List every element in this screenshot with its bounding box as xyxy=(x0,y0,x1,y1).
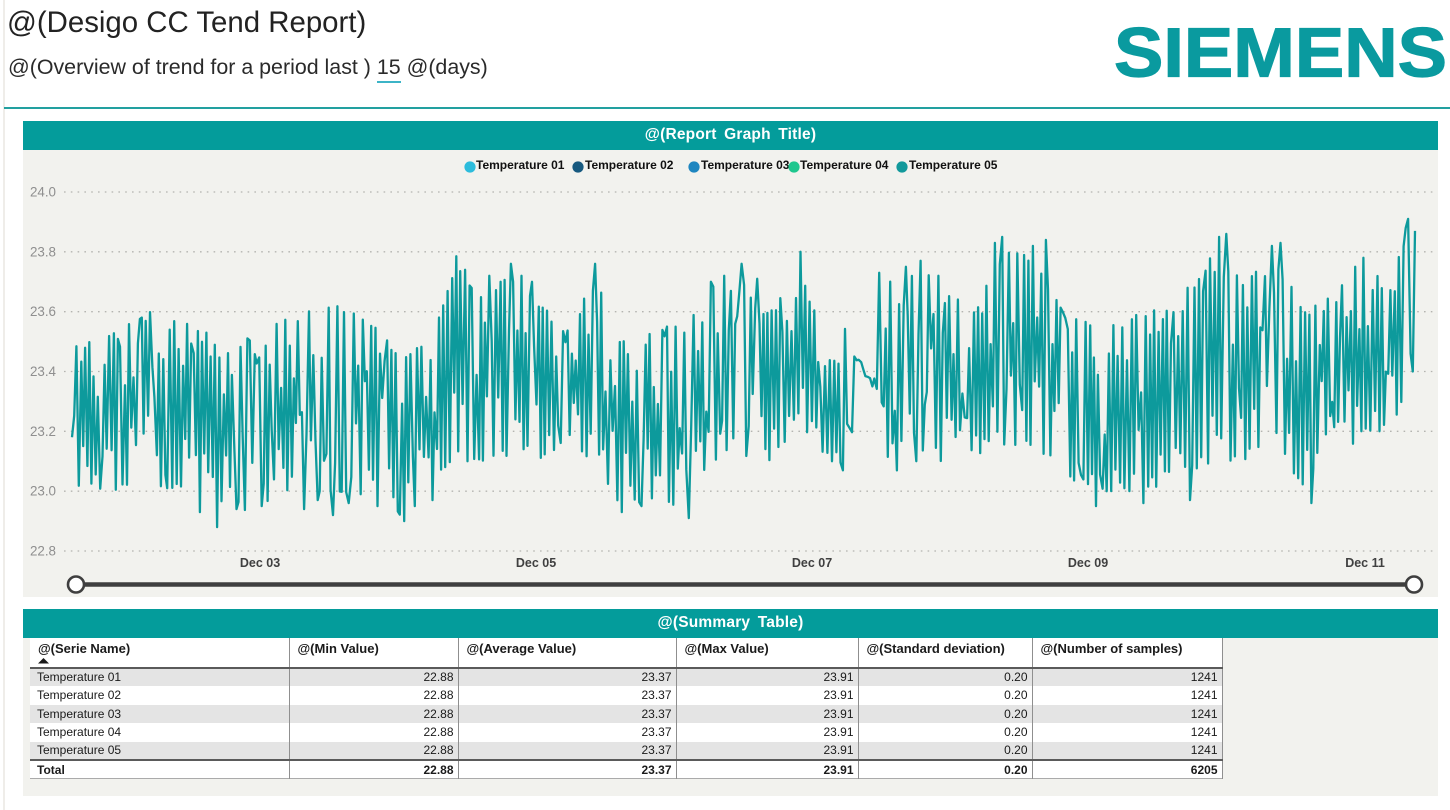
svg-text:24.0: 24.0 xyxy=(30,185,56,200)
svg-text:Dec 11: Dec 11 xyxy=(1345,556,1385,570)
svg-text:Dec 03: Dec 03 xyxy=(240,556,280,570)
svg-text:23.2: 23.2 xyxy=(30,424,56,439)
svg-text:23.6: 23.6 xyxy=(30,304,56,319)
svg-text:Dec 05: Dec 05 xyxy=(516,556,556,570)
svg-text:Temperature 02: Temperature 02 xyxy=(585,158,674,172)
svg-text:SIEMENS: SIEMENS xyxy=(1114,25,1447,85)
svg-text:Dec 07: Dec 07 xyxy=(792,556,832,570)
svg-text:23.8: 23.8 xyxy=(30,244,56,259)
svg-text:23.0: 23.0 xyxy=(30,484,56,499)
svg-text:Temperature 01: Temperature 01 xyxy=(476,158,565,172)
svg-text:Temperature 04: Temperature 04 xyxy=(800,158,889,172)
svg-text:22.8: 22.8 xyxy=(30,544,56,559)
svg-text:Dec 09: Dec 09 xyxy=(1068,556,1108,570)
svg-text:Temperature 03: Temperature 03 xyxy=(701,158,790,172)
svg-text:23.4: 23.4 xyxy=(30,364,57,379)
svg-text:Temperature 05: Temperature 05 xyxy=(909,158,998,172)
